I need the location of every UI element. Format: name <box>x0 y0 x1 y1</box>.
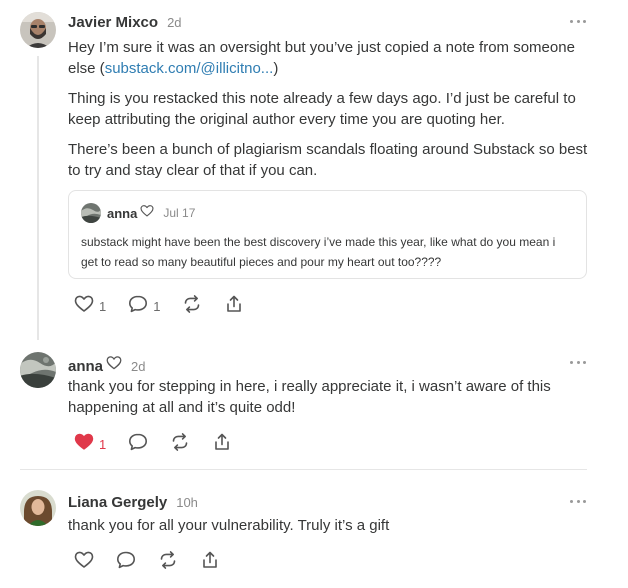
quote-author[interactable]: anna <box>107 206 137 221</box>
comment-text: ) <box>273 60 279 77</box>
comment-body: thank you for stepping in here, i really… <box>68 378 551 416</box>
comment-paragraph: Thing is you restacked this note already… <box>68 90 576 128</box>
more-icon[interactable] <box>570 498 586 504</box>
share-button[interactable] <box>200 550 220 575</box>
comment-body: Hey I’m sure it was an oversight but you… <box>68 37 588 190</box>
quote-avatar <box>81 203 101 223</box>
avatar[interactable] <box>20 490 56 526</box>
reply-button[interactable] <box>116 550 136 575</box>
restack-icon <box>158 550 178 575</box>
quote-timestamp: Jul 17 <box>163 206 196 220</box>
reply-count: 1 <box>153 299 161 314</box>
like-count: 1 <box>99 299 107 314</box>
comment-liana: Liana Gergely 10h thank you for all your… <box>0 480 628 588</box>
profile-link[interactable]: substack.com/@illicitno... <box>105 60 274 77</box>
like-count: 1 <box>99 437 107 452</box>
quote-header: anna Jul 17 <box>81 203 195 223</box>
quoted-note[interactable]: anna Jul 17 substack might have been the… <box>68 190 587 279</box>
divider <box>20 469 587 470</box>
comment-header: anna 2d <box>68 355 145 376</box>
comment-paragraph: Hey I’m sure it was an oversight but you… <box>68 37 588 79</box>
comment-header: Liana Gergely 10h <box>68 494 198 511</box>
timestamp[interactable]: 2d <box>167 15 181 30</box>
comment-body: thank you for all your vulnerability. Tr… <box>68 517 390 534</box>
restack-icon <box>170 432 190 457</box>
quote-text: substack might have been the best discov… <box>81 235 556 269</box>
reply-button[interactable]: 1 <box>128 294 160 319</box>
like-button[interactable]: 1 <box>74 294 106 319</box>
comment-icon <box>128 432 148 457</box>
share-button[interactable] <box>224 294 244 319</box>
action-bar: 1 1 <box>74 294 266 319</box>
heart-icon <box>74 294 94 319</box>
more-icon[interactable] <box>570 18 586 24</box>
like-button[interactable] <box>74 550 94 575</box>
author-name[interactable]: anna <box>68 358 103 375</box>
share-button[interactable] <box>212 432 232 457</box>
restack-icon <box>182 294 202 319</box>
heart-filled-icon <box>74 432 94 457</box>
restack-button[interactable] <box>182 294 202 319</box>
heart-icon <box>106 355 122 376</box>
like-button[interactable]: 1 <box>74 432 106 457</box>
thread-line <box>37 56 39 340</box>
action-bar: 1 <box>74 432 254 457</box>
timestamp[interactable]: 10h <box>176 495 198 510</box>
share-icon <box>200 550 220 575</box>
restack-button[interactable] <box>170 432 190 457</box>
avatar[interactable] <box>20 12 56 48</box>
reply-button[interactable] <box>128 432 148 457</box>
comment-icon <box>128 294 148 319</box>
comment-javier: Javier Mixco 2d Hey I’m sure it was an o… <box>0 0 628 340</box>
more-icon[interactable] <box>570 359 586 365</box>
comment-paragraph: There’s been a bunch of plagiarism scand… <box>68 141 588 179</box>
restack-button[interactable] <box>158 550 178 575</box>
avatar[interactable] <box>20 352 56 388</box>
timestamp[interactable]: 2d <box>131 359 145 374</box>
comment-icon <box>116 550 136 575</box>
comment-header: Javier Mixco 2d <box>68 14 182 31</box>
author-name[interactable]: Javier Mixco <box>68 14 158 31</box>
share-icon <box>224 294 244 319</box>
heart-icon <box>74 550 94 575</box>
heart-icon <box>140 204 154 223</box>
comment-anna: anna 2d thank you for stepping in here, … <box>0 340 628 470</box>
author-name[interactable]: Liana Gergely <box>68 494 167 511</box>
action-bar <box>74 550 242 575</box>
share-icon <box>212 432 232 457</box>
